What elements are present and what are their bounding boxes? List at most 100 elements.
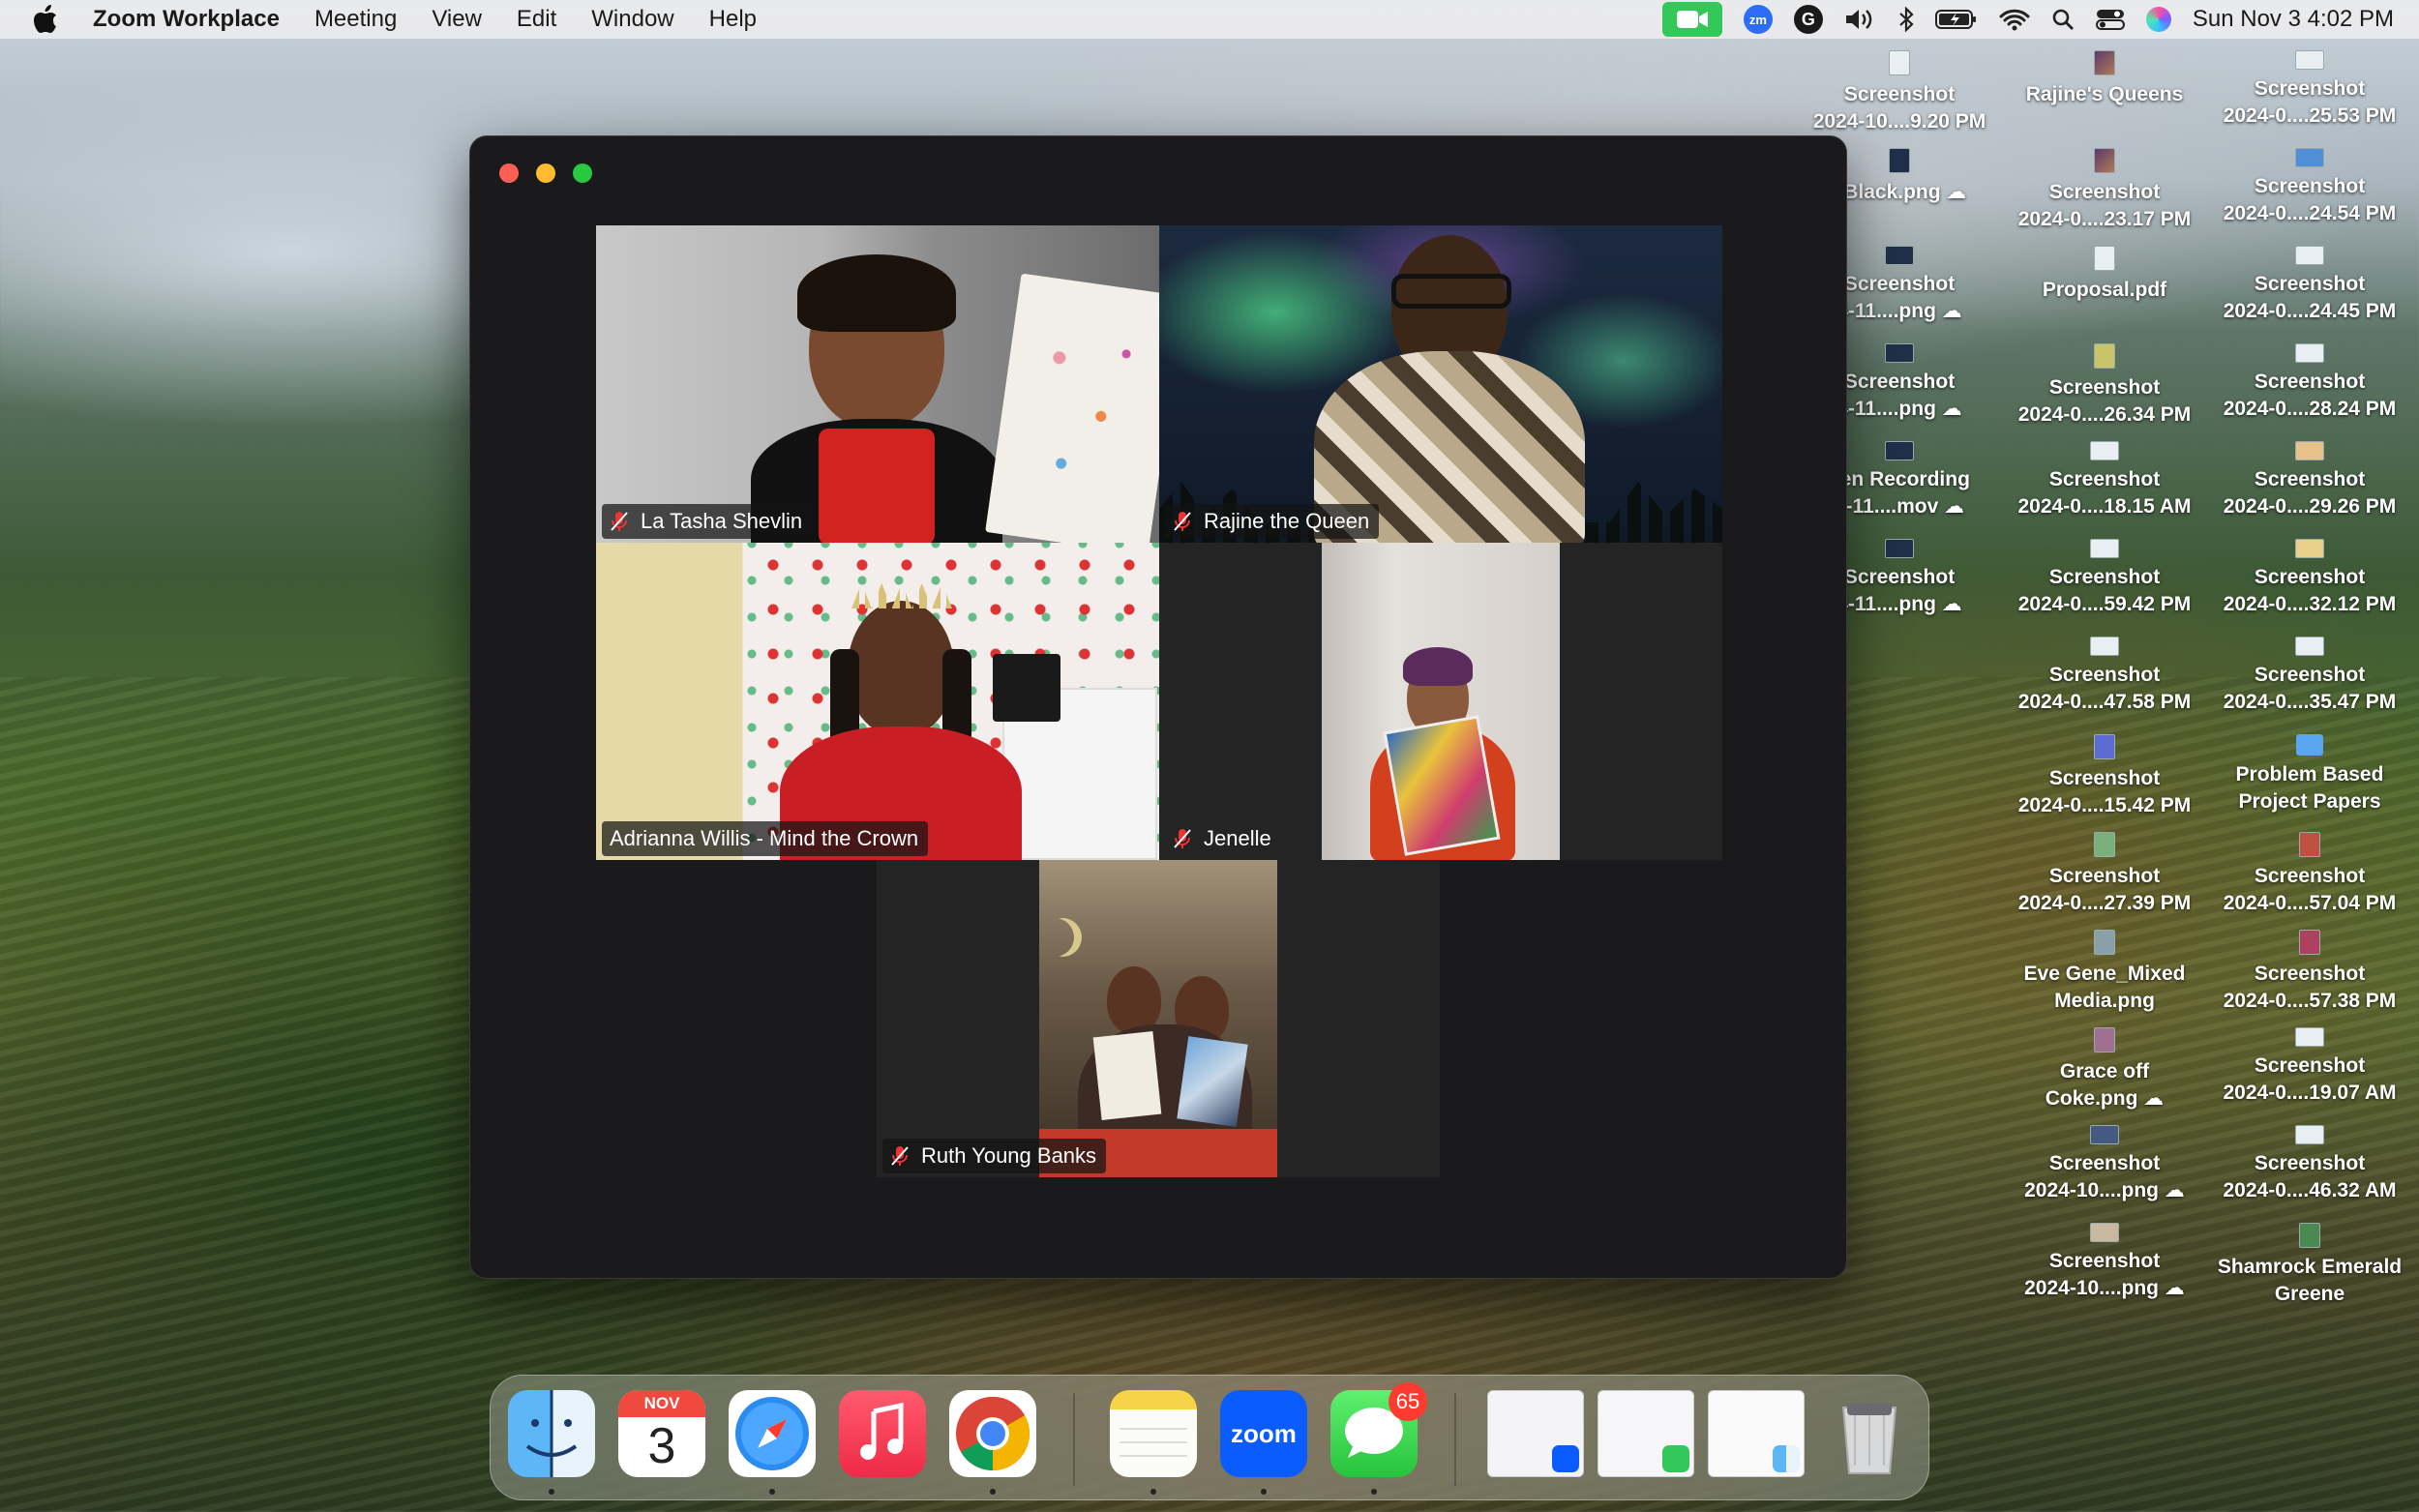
dock-separator	[1073, 1393, 1075, 1486]
running-indicator	[1261, 1489, 1267, 1495]
running-indicator	[769, 1489, 775, 1495]
image-file-icon	[2094, 734, 2115, 759]
siri-icon[interactable]	[2145, 0, 2171, 39]
desktop-file[interactable]: Screenshot 2024-0....26.34 PM	[1993, 343, 2216, 429]
file-icon	[2295, 1027, 2324, 1047]
video-tile-la-tasha-shevlin[interactable]: La Tasha Shevlin	[596, 225, 1159, 543]
messages-badge-icon	[1662, 1445, 1689, 1472]
participant-name-label: La Tasha Shevlin	[602, 504, 813, 539]
running-indicator	[1150, 1489, 1156, 1495]
trash-icon[interactable]	[1826, 1390, 1913, 1477]
participant-video	[751, 254, 1002, 543]
desktop-file[interactable]: Screenshot 2024-10....9.20 PM	[1788, 50, 2011, 135]
participant-video	[1295, 235, 1585, 543]
minimized-window-messages-thumbnail[interactable]	[1598, 1390, 1694, 1477]
menu-window[interactable]: Window	[591, 6, 673, 33]
movie-file-icon	[1885, 441, 1914, 460]
running-indicator	[990, 1489, 996, 1495]
minimized-window-zoom-thumbnail[interactable]	[1487, 1390, 1584, 1477]
minimized-window-finder-thumbnail[interactable]	[1708, 1390, 1805, 1477]
close-window-button[interactable]	[499, 163, 519, 183]
messages-icon[interactable]: 65	[1330, 1382, 1427, 1477]
desktop-file[interactable]: Screenshot 2024-0....24.54 PM	[2198, 148, 2419, 227]
desktop-file[interactable]: Screenshot 2024-0....57.04 PM	[2198, 832, 2419, 917]
crown	[851, 583, 952, 608]
file-icon	[2090, 637, 2119, 656]
notes-icon[interactable]	[1110, 1390, 1197, 1477]
calendar-month: NOV	[618, 1390, 705, 1417]
image-file-icon	[2295, 148, 2324, 167]
file-icon	[2295, 246, 2324, 265]
participant-video	[770, 581, 1031, 860]
grammarly-icon[interactable]: G	[1793, 0, 1823, 39]
desktop-file[interactable]: Screenshot 2024-0....46.32 AM	[2198, 1125, 2419, 1204]
desktop-file[interactable]: Screenshot 2024-0....57.38 PM	[2198, 930, 2419, 1015]
desktop-file[interactable]: Screenshot 2024-0....32.12 PM	[2198, 539, 2419, 618]
zoom-meeting-window[interactable]: La Tasha Shevlin Rajine the Queen Adrian	[469, 135, 1847, 1279]
wifi-icon[interactable]	[1999, 0, 2030, 39]
menu-view[interactable]: View	[432, 6, 482, 33]
participant-name-label: Ruth Young Banks	[882, 1139, 1107, 1173]
desktop-file[interactable]: Shamrock Emerald Greene	[2198, 1223, 2419, 1308]
desktop-file[interactable]: Screenshot 2024-10....png ☁	[1993, 1125, 2216, 1204]
desktop-file-pdf[interactable]: Proposal.pdf	[1993, 246, 2216, 304]
battery-icon[interactable]	[1934, 0, 1978, 39]
desktop-file[interactable]: Screenshot 2024-0....25.53 PM	[2198, 50, 2419, 130]
desktop-file[interactable]: Grace off Coke.png ☁	[1993, 1027, 2216, 1112]
dock: NOV 3 zoom 65	[490, 1375, 1929, 1500]
video-tile-ruth-young-banks[interactable]: Ruth Young Banks	[877, 860, 1440, 1177]
image-file-icon	[1885, 539, 1914, 558]
video-tile-jenelle[interactable]: Jenelle	[1159, 543, 1722, 860]
desktop-folder[interactable]: Rajine's Queens	[1993, 50, 2216, 108]
file-icon	[2295, 343, 2324, 363]
window-controls	[499, 163, 610, 183]
desktop-file[interactable]: Screenshot 2024-0....47.58 PM	[1993, 637, 2216, 716]
menu-bar: Zoom Workplace Meeting View Edit Window …	[0, 0, 2419, 39]
volume-icon[interactable]	[1844, 0, 1877, 39]
menu-meeting[interactable]: Meeting	[314, 6, 397, 33]
desktop-file[interactable]: Screenshot 2024-0....35.47 PM	[2198, 637, 2419, 716]
desktop-file[interactable]: Screenshot 2024-0....59.42 PM	[1993, 539, 2216, 618]
finder-icon[interactable]	[508, 1390, 595, 1477]
apple-menu-icon[interactable]	[31, 5, 60, 34]
menubar-clock[interactable]: Sun Nov 3 4:02 PM	[2193, 6, 2394, 33]
zoom-menubar-icon[interactable]: zm	[1743, 0, 1773, 39]
control-center-icon[interactable]	[2095, 0, 2125, 39]
image-file-icon	[2299, 1223, 2320, 1248]
bluetooth-icon[interactable]	[1898, 0, 1914, 39]
chrome-icon[interactable]	[949, 1390, 1036, 1477]
image-file-icon	[2094, 930, 2115, 955]
muted-microphone-icon	[1173, 828, 1194, 849]
video-tile-adrianna-willis[interactable]: Adrianna Willis - Mind the Crown	[596, 543, 1159, 860]
desktop-file[interactable]: Screenshot 2024-0....18.15 AM	[1993, 441, 2216, 520]
zoom-app-label: zoom	[1231, 1418, 1297, 1448]
minimize-window-button[interactable]	[536, 163, 555, 183]
spotlight-search-icon[interactable]	[2051, 0, 2075, 39]
file-icon	[2295, 1125, 2324, 1144]
messages-badge: 65	[1389, 1382, 1427, 1421]
calendar-icon[interactable]: NOV 3	[618, 1390, 705, 1477]
desktop-file[interactable]: Screenshot 2024-0....29.26 PM	[2198, 441, 2419, 520]
image-file-icon	[2094, 1027, 2115, 1052]
desktop-file[interactable]: Screenshot 2024-0....24.45 PM	[2198, 246, 2419, 325]
desktop-file[interactable]: Eve Gene_Mixed Media.png	[1993, 930, 2216, 1015]
zoom-app-icon[interactable]: zoom	[1220, 1390, 1307, 1477]
desktop-file[interactable]: Screenshot 2024-0....19.07 AM	[2198, 1027, 2419, 1107]
desktop-file[interactable]: Screenshot 2024-0....27.39 PM	[1993, 832, 2216, 917]
desktop-file[interactable]: Screenshot 2024-10....png ☁	[1993, 1223, 2216, 1302]
status-area: zm G Sun Nov 3 4:02 PM	[1661, 0, 2394, 39]
menu-help[interactable]: Help	[709, 6, 757, 33]
calendar-day: 3	[647, 1418, 676, 1474]
desktop-folder[interactable]: Problem Based Project Papers	[2198, 734, 2419, 815]
participant-name-label: Adrianna Willis - Mind the Crown	[602, 821, 929, 856]
safari-icon[interactable]	[729, 1390, 816, 1477]
zoom-video-status-icon[interactable]	[1661, 2, 1722, 37]
video-tile-rajine-the-queen[interactable]: Rajine the Queen	[1159, 225, 1722, 543]
music-icon[interactable]	[839, 1390, 926, 1477]
desktop-file[interactable]: Screenshot 2024-0....15.42 PM	[1993, 734, 2216, 819]
menu-app-name[interactable]: Zoom Workplace	[93, 6, 280, 33]
desktop-file[interactable]: Screenshot 2024-0....23.17 PM	[1993, 148, 2216, 233]
menu-edit[interactable]: Edit	[517, 6, 556, 33]
fullscreen-window-button[interactable]	[573, 163, 592, 183]
desktop-file[interactable]: Screenshot 2024-0....28.24 PM	[2198, 343, 2419, 423]
